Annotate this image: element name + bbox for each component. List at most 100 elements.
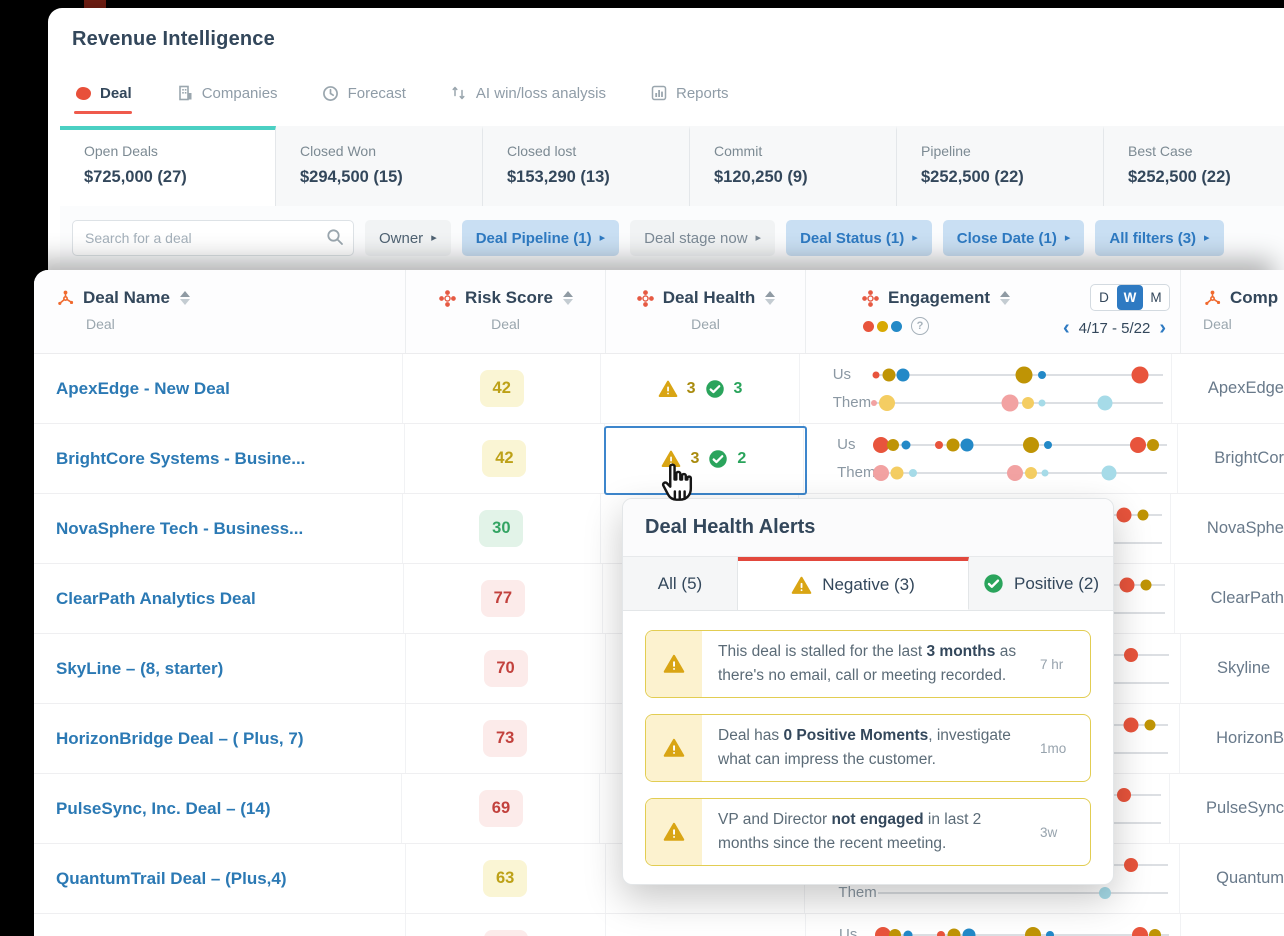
next-period-icon[interactable]: ›: [1159, 318, 1166, 338]
filter-close-date-1-[interactable]: Close Date (1)▸: [943, 220, 1085, 256]
engagement-dot-olive: [1025, 927, 1041, 936]
engagement-dot-olive: [887, 439, 899, 451]
period-d[interactable]: D: [1091, 285, 1117, 310]
tab-deal[interactable]: Deal: [74, 84, 132, 112]
company-cell: ClearPath: [1174, 564, 1284, 633]
summary-cards: Open Deals$725,000 (27)Closed Won$294,50…: [60, 126, 1284, 206]
deal-name-cell: ApexEdge - New Deal: [34, 354, 402, 423]
filter-all-filters-3-[interactable]: All filters (3)▸: [1095, 220, 1223, 256]
risk-score-cell: 42: [402, 354, 600, 423]
engagement-them-line: Them: [837, 462, 1177, 483]
popup-title: Deal Health Alerts: [623, 499, 1113, 557]
deal-name-cell: SkyLine – (8, starter): [34, 634, 405, 703]
deal-name-link[interactable]: HorizonBridge Deal – ( Plus, 7): [56, 729, 304, 749]
sort-icon[interactable]: [1000, 291, 1010, 305]
warning-icon: [791, 575, 812, 596]
risk-score-cell: [405, 914, 605, 936]
summary-card-commit[interactable]: Commit$120,250 (9): [690, 126, 897, 206]
warning-icon: [661, 449, 681, 469]
deal-name-link[interactable]: BrightCore Systems - Busine...: [56, 449, 305, 469]
card-value: $120,250 (9): [714, 168, 896, 187]
engagement-dot-lblue: [1099, 887, 1111, 899]
column-header-deal-name[interactable]: Deal Name Deal: [34, 270, 405, 353]
caret-icon: ▸: [1065, 233, 1071, 244]
column-header-deal-health[interactable]: Deal Health Deal: [605, 270, 805, 353]
engagement-us-line: Us: [833, 364, 1171, 385]
negative-count: 3: [687, 380, 696, 398]
filter-deal-stage-now[interactable]: Deal stage now▸: [630, 220, 775, 256]
period-toggle: DWM: [1090, 284, 1170, 311]
engagement-dot-olive: [1144, 719, 1155, 730]
tab-forecast[interactable]: Forecast: [322, 84, 406, 112]
hubspot-sprocket-icon: [56, 289, 75, 308]
column-header-risk-score[interactable]: Risk Score Deal: [405, 270, 605, 353]
engagement-dot-red: [1130, 437, 1146, 453]
popup-tab-negative-3-[interactable]: Negative (3): [738, 557, 969, 610]
engagement-dot-blue: [961, 438, 974, 451]
column-label: Risk Score: [465, 288, 553, 308]
deal-health-cell[interactable]: [605, 914, 805, 936]
positive-count: 2: [737, 450, 746, 468]
column-subtitle: Deal: [34, 316, 405, 332]
engagement-dot-pink: [873, 465, 889, 481]
alert-stripe: [646, 799, 702, 865]
deal-name-link[interactable]: ClearPath Analytics Deal: [56, 589, 256, 609]
primary-nav: Deal Companies Forecast AI win/loss analysi…: [74, 84, 729, 112]
deal-name-link[interactable]: NovaSphere Tech - Business...: [56, 519, 303, 539]
column-header-engagement[interactable]: Engagement ? DWM ‹ 4/17 - 5/22 ›: [805, 270, 1180, 353]
deal-name-cell: BrightCore Systems - Busine...: [34, 424, 404, 493]
engagement-dot-blue: [1046, 931, 1054, 936]
period-m[interactable]: M: [1143, 285, 1169, 310]
engagement-them-line: Them: [838, 882, 1179, 903]
engagement-dot-red: [1124, 858, 1138, 872]
sort-icon[interactable]: [765, 291, 775, 305]
alert-text: Deal has 0 Positive Moments, investigate…: [702, 715, 1040, 781]
popup-tab-label: Positive (2): [1014, 574, 1099, 594]
forecast-icon: [322, 84, 340, 102]
filter-owner[interactable]: Owner▸: [365, 220, 451, 256]
deal-name-link[interactable]: SkyLine – (8, starter): [56, 659, 223, 679]
help-icon[interactable]: ?: [911, 317, 929, 335]
deal-icon: [74, 84, 92, 102]
company-cell: BrightCor: [1177, 424, 1284, 493]
summary-card-open-deals[interactable]: Open Deals$725,000 (27): [60, 126, 276, 206]
table-header-row: Deal Name Deal Risk Score Deal: [34, 270, 1284, 354]
column-header-company[interactable]: Comp Deal: [1180, 270, 1284, 353]
risk-score-pill: 42: [480, 370, 524, 407]
tab-companies[interactable]: Companies: [176, 84, 278, 112]
summary-card-closed-won[interactable]: Closed Won$294,500 (15): [276, 126, 483, 206]
popup-tab-all-5-[interactable]: All (5): [623, 557, 738, 610]
deal-name-link[interactable]: ApexEdge - New Deal: [56, 379, 230, 399]
column-label: Engagement: [888, 288, 990, 308]
popup-tab-positive-2-[interactable]: Positive (2): [969, 557, 1113, 610]
search-icon[interactable]: [326, 228, 344, 246]
tab-reports[interactable]: Reports: [650, 84, 729, 112]
sort-icon[interactable]: [180, 291, 190, 305]
filter-deal-pipeline-1-[interactable]: Deal Pipeline (1)▸: [462, 220, 619, 256]
date-range-label: 4/17 - 5/22: [1079, 320, 1151, 337]
summary-card-best-case[interactable]: Best Case$252,500 (22): [1104, 126, 1284, 206]
period-w[interactable]: W: [1117, 285, 1143, 310]
warning-icon: [663, 821, 685, 843]
deal-name-cell: [34, 914, 405, 936]
deal-name-link[interactable]: QuantumTrail Deal – (Plus,4): [56, 869, 287, 889]
risk-score-cell: 73: [405, 704, 605, 773]
engagement-dot-blue: [962, 928, 975, 936]
deal-name-link[interactable]: PulseSync, Inc. Deal – (14): [56, 799, 270, 819]
risk-score-pill: 42: [482, 440, 526, 477]
filter-deal-status-1-[interactable]: Deal Status (1)▸: [786, 220, 932, 256]
card-value: $153,290 (13): [507, 168, 689, 187]
search-input[interactable]: [72, 220, 354, 256]
prev-period-icon[interactable]: ‹: [1063, 318, 1070, 338]
alert-timestamp: 7 hr: [1040, 631, 1090, 697]
sort-icon[interactable]: [563, 291, 573, 305]
engagement-dot-blue: [904, 930, 913, 936]
tab-ai-win-loss-analysis[interactable]: AI win/loss analysis: [450, 84, 606, 112]
deal-health-cell[interactable]: 32: [604, 424, 804, 493]
summary-card-pipeline[interactable]: Pipeline$252,500 (22): [897, 126, 1104, 206]
deal-health-cell[interactable]: 33: [600, 354, 798, 423]
company-cell: NovaSphe: [1170, 494, 1284, 563]
engagement-dot-olive: [889, 929, 901, 936]
summary-card-closed-lost[interactable]: Closed lost$153,290 (13): [483, 126, 690, 206]
engagement-dot-red: [937, 931, 945, 936]
